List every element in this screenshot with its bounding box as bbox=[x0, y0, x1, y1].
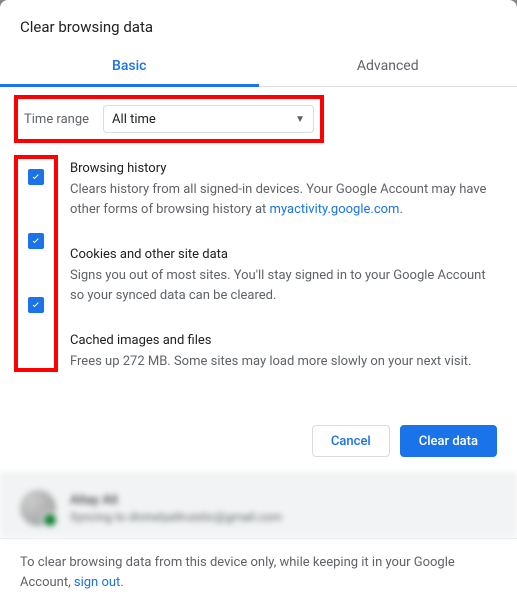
time-range-label: Time range bbox=[24, 112, 89, 127]
myactivity-link[interactable]: myactivity.google.com bbox=[270, 202, 400, 217]
avatar bbox=[20, 490, 56, 526]
checkbox-cache[interactable] bbox=[28, 297, 44, 313]
clear-browsing-data-dialog: Clear browsing data Basic Advanced Time … bbox=[0, 0, 517, 610]
option-cookies: Cookies and other site data Signs you ou… bbox=[70, 247, 497, 305]
clear-data-button[interactable]: Clear data bbox=[400, 425, 497, 457]
dialog-actions: Cancel Clear data bbox=[0, 409, 517, 473]
options-text: Browsing history Clears history from all… bbox=[58, 155, 497, 372]
checkbox-highlight bbox=[14, 155, 58, 372]
option-desc: Frees up 272 MB. Some sites may load mor… bbox=[70, 352, 497, 372]
tab-advanced[interactable]: Advanced bbox=[259, 46, 517, 86]
option-title: Cached images and files bbox=[70, 333, 497, 348]
account-box: Altay Alt Syncing to divinelyaltruistic@… bbox=[0, 473, 517, 538]
account-sync: Syncing to divinelyaltruistic@gmail.com bbox=[70, 510, 282, 524]
dialog-title: Clear browsing data bbox=[0, 0, 517, 46]
time-range-select[interactable]: All time ▼ bbox=[103, 105, 314, 133]
tab-basic[interactable]: Basic bbox=[0, 46, 259, 86]
option-title: Browsing history bbox=[70, 161, 497, 176]
options-list: Browsing history Clears history from all… bbox=[20, 155, 497, 372]
checkbox-cookies[interactable] bbox=[28, 233, 44, 249]
content-area: Time range All time ▼ Browsing bbox=[0, 87, 517, 409]
option-browsing-history: Browsing history Clears history from all… bbox=[70, 161, 497, 219]
time-range-row: Time range All time ▼ bbox=[14, 95, 324, 143]
tabs: Basic Advanced bbox=[0, 46, 517, 87]
option-desc: Signs you out of most sites. You'll stay… bbox=[70, 266, 497, 305]
account-name: Altay Alt bbox=[70, 493, 282, 508]
check-icon bbox=[30, 299, 42, 311]
option-desc: Clears history from all signed-in device… bbox=[70, 180, 497, 219]
cancel-button[interactable]: Cancel bbox=[312, 425, 390, 457]
account-text: Altay Alt Syncing to divinelyaltruistic@… bbox=[70, 493, 282, 524]
option-title: Cookies and other site data bbox=[70, 247, 497, 262]
sign-out-link[interactable]: sign out bbox=[74, 575, 120, 590]
checkbox-browsing-history[interactable] bbox=[28, 169, 44, 185]
option-cache: Cached images and files Frees up 272 MB.… bbox=[70, 333, 497, 372]
time-range-value: All time bbox=[112, 112, 156, 127]
check-icon bbox=[30, 171, 42, 183]
footer-note: To clear browsing data from this device … bbox=[0, 538, 517, 610]
check-icon bbox=[30, 235, 42, 247]
chevron-down-icon: ▼ bbox=[295, 114, 305, 125]
